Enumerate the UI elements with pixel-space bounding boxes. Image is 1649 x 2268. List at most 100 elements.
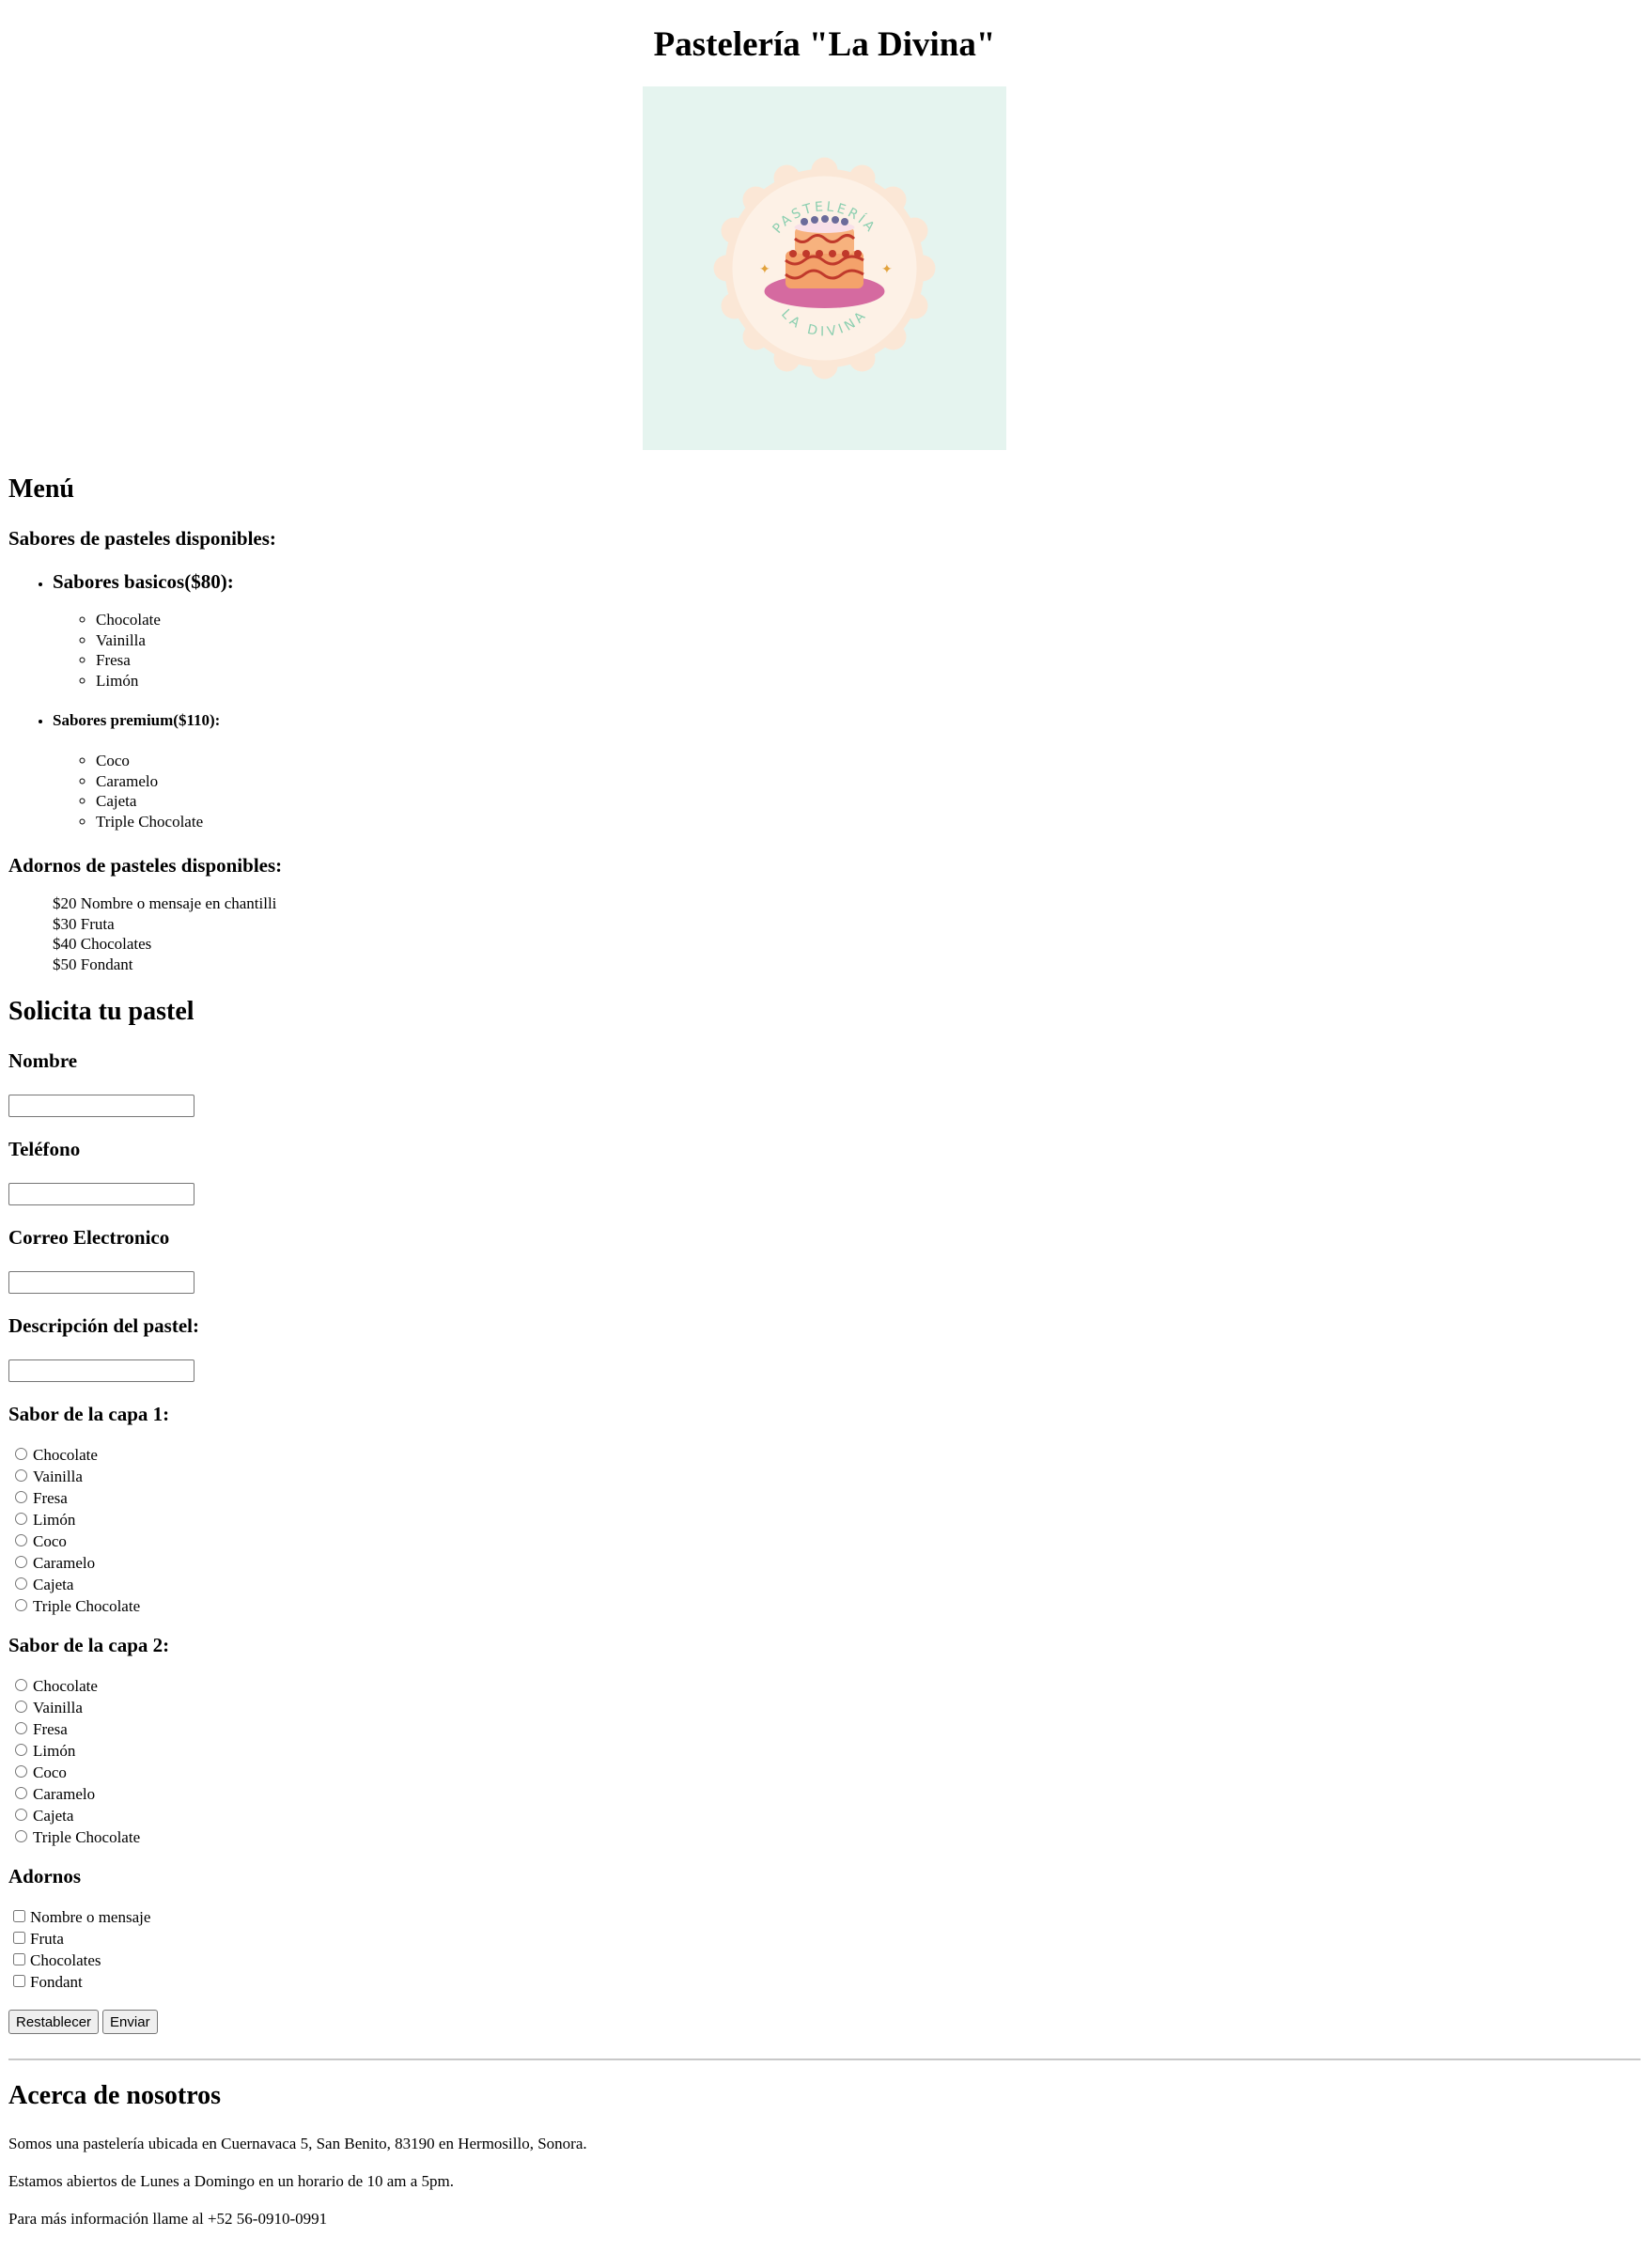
layer1-radio-group: Chocolate Vainilla Fresa Limón Coco Caramelo C… xyxy=(8,1444,1641,1617)
about-address: Somos una pastelería ubicada en Cuernava… xyxy=(8,2135,587,2152)
basic-flavor-list: ChocolateVainillaFresaLimón xyxy=(53,610,1641,691)
layer2-option-label: Coco xyxy=(33,1763,67,1781)
premium-flavor-item: Coco xyxy=(96,751,1641,771)
layer2-option: Cajeta xyxy=(8,1805,1641,1826)
description-input[interactable] xyxy=(8,1359,194,1382)
layer1-radio[interactable] xyxy=(15,1469,27,1482)
layer1-radio[interactable] xyxy=(15,1577,27,1590)
layer1-radio[interactable] xyxy=(15,1599,27,1611)
layer1-option-label: Limón xyxy=(33,1511,76,1529)
layer2-radio[interactable] xyxy=(15,1722,27,1734)
flavor-categories: Sabores basicos($80): ChocolateVainillaF… xyxy=(8,568,1641,831)
decor-option: Fruta xyxy=(8,1928,1641,1950)
layer1-label: Sabor de la capa 1: xyxy=(8,1403,170,1425)
submit-button[interactable]: Enviar xyxy=(102,2010,158,2034)
name-label: Nombre xyxy=(8,1049,78,1072)
about-hours: Estamos abiertos de Lunes a Domingo en u… xyxy=(8,2172,454,2190)
decor-option-label: Chocolates xyxy=(30,1951,101,1969)
layer1-option: Vainilla xyxy=(8,1466,1641,1487)
layer1-radio[interactable] xyxy=(15,1513,27,1525)
layer1-option-label: Vainilla xyxy=(33,1468,83,1485)
svg-text:✦: ✦ xyxy=(759,262,770,277)
basic-flavor-item: Limón xyxy=(96,671,1641,691)
name-input[interactable] xyxy=(8,1095,194,1117)
layer1-option-label: Cajeta xyxy=(33,1576,74,1593)
layer2-option-label: Vainilla xyxy=(33,1699,83,1717)
decor-price-item: $40 Chocolates xyxy=(53,935,152,953)
layer1-option: Caramelo xyxy=(8,1552,1641,1574)
layer2-option: Limón xyxy=(8,1740,1641,1762)
about-contact: Para más información llame al +52 56-091… xyxy=(8,2210,328,2228)
layer2-option-label: Cajeta xyxy=(33,1807,74,1825)
layer2-option: Triple Chocolate xyxy=(8,1826,1641,1848)
decor-option: Fondant xyxy=(8,1971,1641,1993)
basic-flavor-item: Vainilla xyxy=(96,630,1641,651)
layer2-option: Chocolate xyxy=(8,1675,1641,1697)
flavors-heading: Sabores de pasteles disponibles: xyxy=(8,527,276,550)
decor-option: Chocolates xyxy=(8,1950,1641,1971)
basic-flavor-item: Chocolate xyxy=(96,610,1641,630)
layer1-radio[interactable] xyxy=(15,1556,27,1568)
description-label: Descripción del pastel: xyxy=(8,1314,199,1337)
layer2-radio[interactable] xyxy=(15,1830,27,1842)
page-title: Pastelería "La Divina" xyxy=(653,25,996,64)
layer2-option: Coco xyxy=(8,1762,1641,1783)
layer2-radio[interactable] xyxy=(15,1809,27,1821)
premium-flavors: Sabores premium($110): CocoCarameloCajet… xyxy=(53,709,1641,831)
decor-price-list: $20 Nombre o mensaje en chantilli $30 Fru… xyxy=(8,893,1641,974)
decor-checkbox-group: Nombre o mensaje Fruta Chocolates Fondant xyxy=(8,1906,1641,1993)
layer1-option: Coco xyxy=(8,1530,1641,1552)
basic-flavors: Sabores basicos($80): ChocolateVainillaF… xyxy=(53,568,1641,691)
premium-flavor-list: CocoCarameloCajetaTriple Chocolate xyxy=(53,751,1641,831)
layer2-option: Caramelo xyxy=(8,1783,1641,1805)
layer2-radio[interactable] xyxy=(15,1701,27,1713)
layer2-option-label: Caramelo xyxy=(33,1785,96,1803)
layer1-option: Limón xyxy=(8,1509,1641,1530)
decor-option-label: Fruta xyxy=(30,1930,64,1948)
basic-flavors-title: Sabores basicos($80): xyxy=(53,570,234,593)
premium-flavor-item: Caramelo xyxy=(96,771,1641,792)
order-heading: Solicita tu pastel xyxy=(8,997,194,1026)
layer1-option: Chocolate xyxy=(8,1444,1641,1466)
phone-input[interactable] xyxy=(8,1183,194,1205)
layer1-option-label: Fresa xyxy=(33,1489,68,1507)
phone-label: Teléfono xyxy=(8,1138,81,1160)
layer1-option-label: Caramelo xyxy=(33,1554,96,1572)
layer1-option: Cajeta xyxy=(8,1574,1641,1595)
premium-flavor-item: Triple Chocolate xyxy=(96,812,1641,832)
layer2-radio[interactable] xyxy=(15,1679,27,1691)
layer1-radio[interactable] xyxy=(15,1534,27,1546)
layer1-option-label: Coco xyxy=(33,1532,67,1550)
layer2-option-label: Chocolate xyxy=(33,1677,98,1695)
layer1-radio[interactable] xyxy=(15,1448,27,1460)
decor-checkbox[interactable] xyxy=(13,1975,25,1987)
decor-option: Nombre o mensaje xyxy=(8,1906,1641,1928)
premium-flavor-item: Cajeta xyxy=(96,791,1641,812)
decor-price-item: $50 Fondant xyxy=(53,955,133,973)
menu-heading: Menú xyxy=(8,474,74,504)
decor-options-label: Adornos xyxy=(8,1865,82,1887)
reset-button[interactable]: Restablecer xyxy=(8,2010,100,2034)
layer1-radio[interactable] xyxy=(15,1491,27,1503)
email-label: Correo Electronico xyxy=(8,1226,170,1249)
layer2-radio[interactable] xyxy=(15,1744,27,1756)
decor-heading: Adornos de pasteles disponibles: xyxy=(8,854,283,877)
bakery-logo: ✦ ✦ PASTELERÍA LA DIVINA xyxy=(643,86,1006,450)
decor-option-label: Nombre o mensaje xyxy=(30,1908,151,1926)
decor-price-item: $20 Nombre o mensaje en chantilli xyxy=(53,894,277,912)
layer2-label: Sabor de la capa 2: xyxy=(8,1634,170,1656)
decor-checkbox[interactable] xyxy=(13,1953,25,1965)
layer2-option: Vainilla xyxy=(8,1697,1641,1718)
layer2-radio[interactable] xyxy=(15,1765,27,1778)
decor-checkbox[interactable] xyxy=(13,1932,25,1944)
premium-flavors-title: Sabores premium($110): xyxy=(53,711,221,729)
layer1-option-label: Triple Chocolate xyxy=(33,1597,141,1615)
email-input[interactable] xyxy=(8,1271,194,1294)
layer1-option: Triple Chocolate xyxy=(8,1595,1641,1617)
svg-text:✦: ✦ xyxy=(881,262,893,277)
section-divider xyxy=(8,2058,1641,2060)
decor-price-item: $30 Fruta xyxy=(53,914,115,933)
decor-checkbox[interactable] xyxy=(13,1910,25,1922)
decor-option-label: Fondant xyxy=(30,1973,83,1991)
layer2-radio[interactable] xyxy=(15,1787,27,1799)
